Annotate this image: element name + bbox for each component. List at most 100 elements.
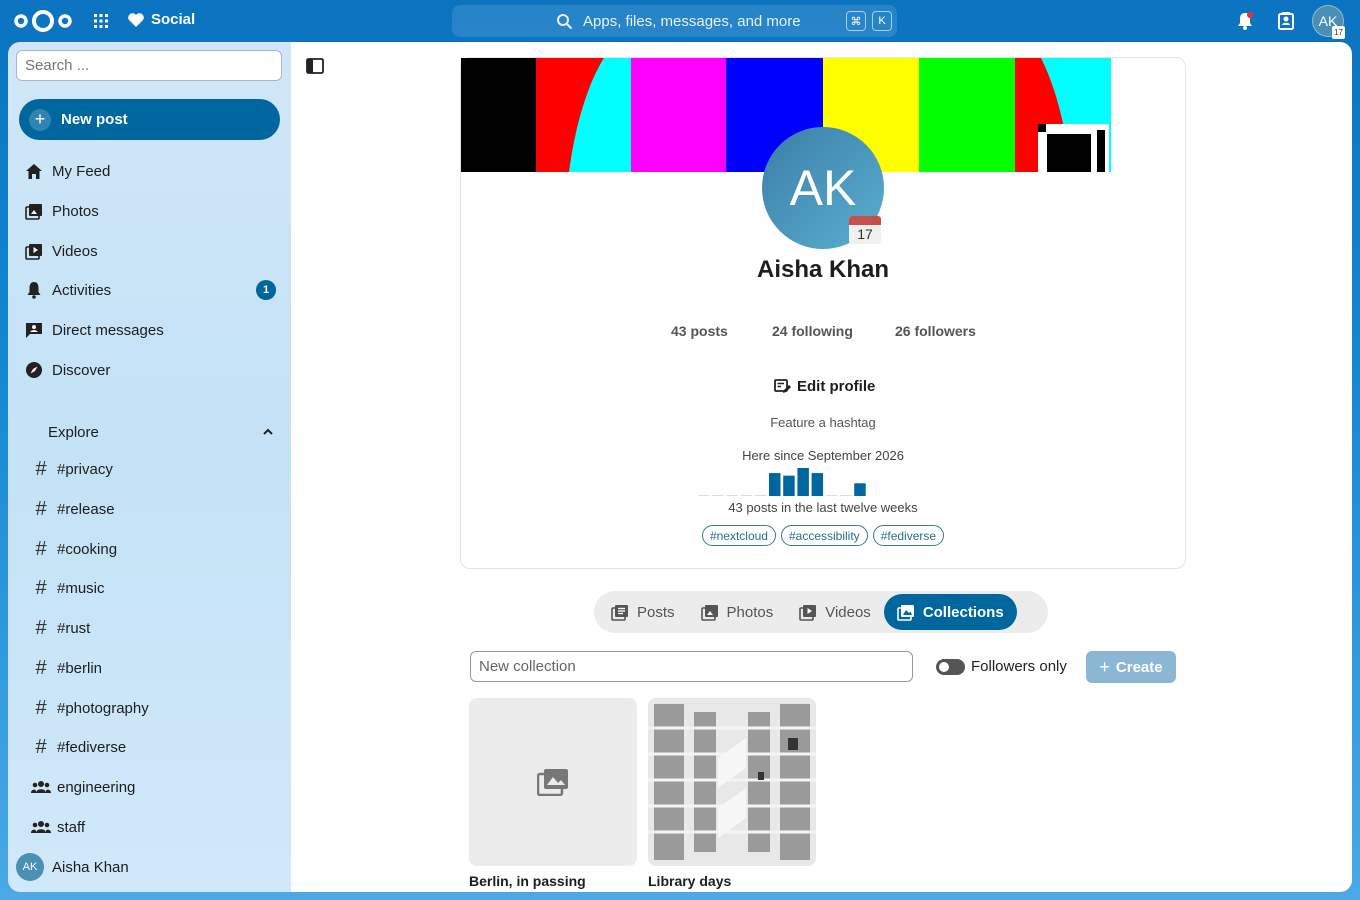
sidebar-item-activities[interactable]: Activities 1 bbox=[19, 272, 280, 308]
sidebar-tag-photography[interactable]: # #photography bbox=[30, 691, 280, 725]
activity-week-empty bbox=[825, 495, 838, 496]
toggle-sidebar-icon[interactable] bbox=[306, 58, 324, 74]
sidebar-item-label: Activities bbox=[52, 281, 112, 299]
kbd-cmd: ⌘ bbox=[846, 11, 866, 31]
sidebar-tag-release[interactable]: # #release bbox=[30, 492, 280, 526]
notifications-icon[interactable] bbox=[1235, 11, 1255, 31]
followers-only-toggle[interactable] bbox=[936, 659, 965, 675]
tab-posts[interactable]: Posts bbox=[598, 594, 688, 630]
collection-card-berlin[interactable] bbox=[469, 698, 637, 866]
feature-hashtag-link[interactable]: Feature a hashtag bbox=[461, 415, 1185, 430]
hashtag-chip[interactable]: #nextcloud bbox=[701, 525, 776, 546]
hashtag-chip[interactable]: #fediverse bbox=[872, 525, 945, 546]
hashtag-chip[interactable]: #accessibility bbox=[780, 525, 868, 546]
sidebar-group-engineering[interactable]: engineering bbox=[30, 770, 280, 804]
member-since: Here since September 2026 bbox=[742, 448, 904, 463]
featured-hashtags: #nextcloud #accessibility #fediverse bbox=[461, 525, 1185, 546]
image-placeholder-icon bbox=[537, 769, 568, 796]
create-collection-button[interactable]: + Create bbox=[1086, 651, 1176, 683]
heart-icon bbox=[128, 12, 144, 27]
unified-search-placeholder: Apps, files, messages, and more bbox=[583, 13, 801, 30]
sidebar-item-direct-messages[interactable]: Direct messages bbox=[19, 312, 280, 348]
contacts-icon[interactable] bbox=[1276, 11, 1296, 31]
activity-week-bar bbox=[797, 468, 809, 496]
app-grid-icon[interactable] bbox=[92, 12, 110, 30]
sidebar-item-label: Direct messages bbox=[52, 321, 164, 339]
hashtag-icon: # bbox=[35, 735, 47, 758]
tag-label: #privacy bbox=[57, 460, 113, 478]
sidebar-search-input[interactable] bbox=[16, 50, 282, 81]
explore-section-toggle[interactable]: Explore bbox=[48, 424, 280, 446]
sidebar-item-discover[interactable]: Discover bbox=[19, 352, 280, 388]
posts-icon bbox=[611, 604, 628, 621]
status-calendar-icon: 17 bbox=[1332, 26, 1345, 39]
library-photo-thumbnail bbox=[648, 698, 816, 866]
video-icon bbox=[799, 604, 817, 621]
hashtag-icon: # bbox=[35, 616, 47, 639]
plus-icon: + bbox=[29, 108, 51, 131]
user-menu-avatar[interactable]: AK 17 bbox=[1312, 5, 1345, 39]
collection-title[interactable]: Berlin, in passing bbox=[469, 873, 586, 889]
edit-profile-button[interactable]: Edit profile bbox=[774, 378, 875, 395]
hashtag-icon: # bbox=[35, 537, 47, 560]
activity-week-empty bbox=[698, 495, 710, 496]
image-icon bbox=[700, 604, 718, 621]
tag-label: #fediverse bbox=[57, 738, 127, 756]
activity-caption: 43 posts in the last twelve weeks bbox=[728, 500, 918, 515]
tab-label: Collections bbox=[922, 603, 1004, 621]
activity-week-bar bbox=[854, 483, 866, 496]
weekly-activity-sparkline bbox=[698, 468, 866, 496]
sidebar-item-photos[interactable]: Photos bbox=[19, 193, 280, 229]
hashtag-icon: # bbox=[35, 457, 47, 480]
profile-card: AK 17 Aisha Khan 43 posts 24 following 2… bbox=[460, 57, 1186, 569]
explore-label: Explore bbox=[48, 424, 99, 441]
chevron-up-icon bbox=[263, 428, 273, 435]
tab-collections[interactable]: Collections bbox=[883, 594, 1017, 630]
sidebar-group-staff[interactable]: staff bbox=[30, 810, 280, 844]
collection-card-library[interactable] bbox=[648, 698, 816, 866]
sidebar-item-videos[interactable]: Videos bbox=[19, 233, 280, 269]
sidebar-tag-privacy[interactable]: # #privacy bbox=[30, 452, 280, 486]
sidebar-current-user[interactable]: AK Aisha Khan bbox=[16, 853, 129, 881]
sidebar-item-label: My Feed bbox=[52, 162, 111, 180]
collections-icon bbox=[897, 604, 914, 621]
nextcloud-logo[interactable] bbox=[12, 8, 74, 34]
posts-count-link[interactable]: 43 posts bbox=[671, 323, 728, 339]
tab-label: Videos bbox=[825, 603, 871, 621]
sidebar-tag-rust[interactable]: # #rust bbox=[30, 611, 280, 645]
tab-photos[interactable]: Photos bbox=[688, 594, 787, 630]
group-icon bbox=[30, 820, 52, 834]
create-label: Create bbox=[1115, 658, 1163, 676]
new-post-button[interactable]: + New post bbox=[19, 99, 280, 140]
profile-name: Aisha Khan bbox=[756, 256, 890, 283]
activity-week-bar bbox=[811, 473, 824, 496]
sidebar-tag-music[interactable]: # #music bbox=[30, 571, 280, 605]
current-user-name: Aisha Khan bbox=[52, 858, 129, 876]
profile-tabs: Posts Photos Videos Collections bbox=[594, 591, 1048, 633]
followers-only-label: Followers only bbox=[971, 658, 1067, 675]
search-icon bbox=[557, 14, 573, 30]
unified-search[interactable]: Apps, files, messages, and more ⌘ K bbox=[452, 5, 897, 37]
bell-icon bbox=[22, 281, 46, 299]
sidebar-tag-fediverse[interactable]: # #fediverse bbox=[30, 730, 280, 764]
activity-week-empty bbox=[712, 495, 724, 496]
new-post-label: New post bbox=[61, 111, 128, 128]
activity-week-bar bbox=[783, 475, 795, 496]
new-collection-input[interactable] bbox=[470, 651, 913, 682]
edit-profile-label: Edit profile bbox=[797, 378, 876, 395]
group-label: engineering bbox=[57, 778, 136, 796]
tab-videos[interactable]: Videos bbox=[786, 594, 884, 630]
sidebar-tag-berlin[interactable]: # #berlin bbox=[30, 651, 280, 685]
activity-week-empty bbox=[840, 495, 852, 496]
app-switcher-social[interactable]: Social bbox=[127, 11, 195, 28]
sidebar-tag-cooking[interactable]: # #cooking bbox=[30, 532, 280, 566]
image-icon bbox=[22, 203, 46, 220]
following-count-link[interactable]: 24 following bbox=[772, 323, 853, 339]
activity-week-empty bbox=[754, 495, 767, 496]
edit-profile-icon bbox=[774, 378, 791, 393]
kbd-k: K bbox=[872, 11, 892, 31]
sidebar-item-my-feed[interactable]: My Feed bbox=[19, 153, 280, 189]
app-navigation: + New post My Feed Photos Videos Activit… bbox=[8, 42, 291, 892]
collection-title[interactable]: Library days bbox=[648, 873, 731, 889]
followers-count-link[interactable]: 26 followers bbox=[895, 323, 976, 339]
